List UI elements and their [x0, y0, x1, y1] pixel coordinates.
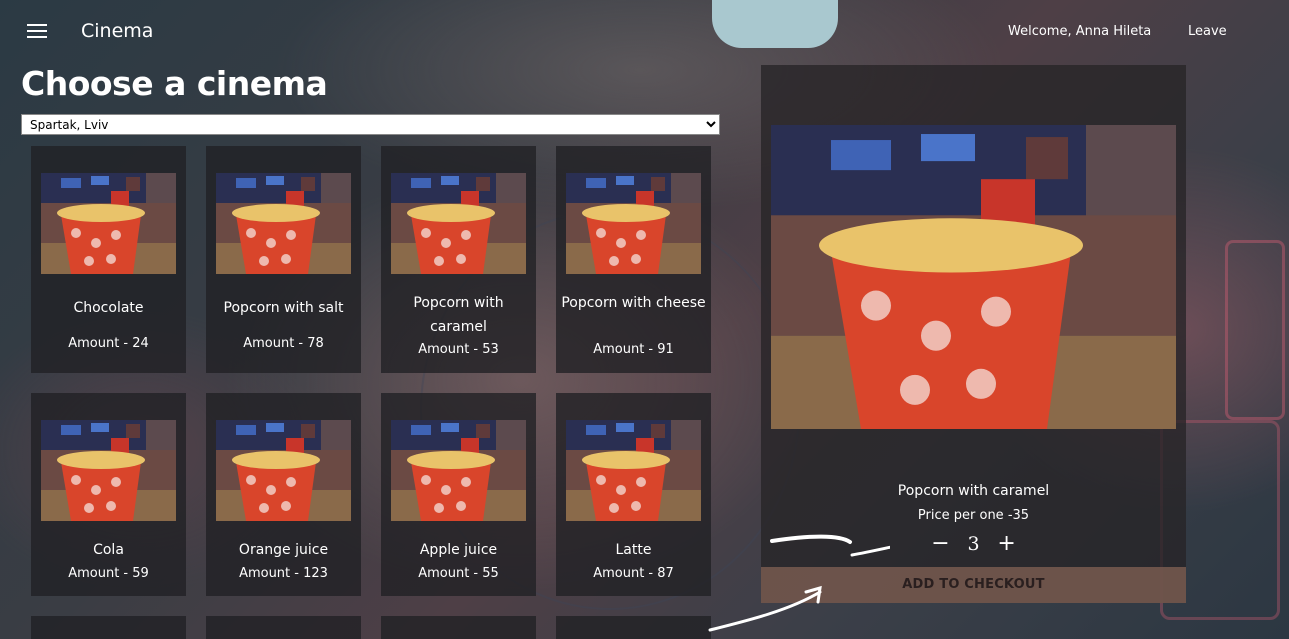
- product-name: Popcorn with caramel: [413, 295, 504, 335]
- page-title: Choose a cinema: [21, 64, 328, 103]
- product-amount: Amount - 55: [418, 566, 499, 581]
- product-card[interactable]: Latte Amount - 87: [556, 393, 711, 596]
- popcorn-image: [566, 420, 701, 521]
- decrement-button[interactable]: −: [928, 531, 952, 556]
- app-title: Cinema: [81, 20, 154, 42]
- popcorn-image: [41, 173, 176, 274]
- product-card[interactable]: Apple juice Amount - 55: [381, 393, 536, 596]
- product-name: Cola: [93, 542, 124, 558]
- popcorn-image: [216, 173, 351, 274]
- product-card[interactable]: Chocolate Amount - 24: [31, 146, 186, 373]
- popcorn-image-large: [771, 125, 1176, 429]
- product-amount: Amount - 78: [243, 336, 324, 351]
- product-card[interactable]: Popcorn with salt Amount - 78: [206, 146, 361, 373]
- popcorn-image: [41, 420, 176, 521]
- popcorn-image: [566, 173, 701, 274]
- product-card[interactable]: Cola Amount - 59: [31, 393, 186, 596]
- popcorn-image: [391, 420, 526, 521]
- popcorn-image: [391, 173, 526, 274]
- popcorn-image: [391, 420, 526, 521]
- product-name: Apple juice: [419, 542, 498, 558]
- quantity-value: 3: [967, 533, 980, 555]
- product-amount: Amount - 59: [68, 566, 149, 581]
- popcorn-image: [41, 420, 176, 521]
- product-card[interactable]: Orange juice Amount - 123: [206, 393, 361, 596]
- product-card[interactable]: [556, 616, 711, 639]
- welcome-text: Welcome, Anna Hileta: [1008, 24, 1152, 39]
- detail-price: Price per one -35: [917, 508, 1030, 523]
- popcorn-image: [566, 420, 701, 521]
- popcorn-image-large: [771, 125, 1176, 429]
- detail-product-name: Popcorn with caramel: [897, 483, 1050, 499]
- product-card[interactable]: [31, 616, 186, 639]
- product-name: Popcorn with salt: [223, 300, 344, 316]
- product-name: Latte: [615, 542, 652, 558]
- product-detail-panel: Popcorn with caramel Price per one -35 −…: [761, 65, 1186, 603]
- product-name: Orange juice: [238, 542, 329, 558]
- product-amount: Amount - 24: [68, 336, 149, 351]
- leave-link[interactable]: Leave: [1188, 24, 1227, 39]
- increment-button[interactable]: +: [995, 531, 1019, 556]
- product-name: Popcorn with cheese: [561, 295, 706, 311]
- add-to-checkout-button[interactable]: ADD TO CHECKOUT: [761, 567, 1186, 603]
- product-card[interactable]: [381, 616, 536, 639]
- popcorn-image: [216, 420, 351, 521]
- product-card[interactable]: Popcorn with caramel Amount - 53: [381, 146, 536, 373]
- product-name: Chocolate: [73, 300, 144, 316]
- product-amount: Amount - 123: [239, 566, 328, 581]
- cinema-select[interactable]: Spartak, Lviv: [21, 114, 720, 135]
- app-header: Cinema Welcome, Anna Hileta Leave: [0, 0, 1289, 64]
- product-amount: Amount - 53: [418, 342, 499, 357]
- background-decoration: [1225, 240, 1285, 420]
- popcorn-image: [216, 420, 351, 521]
- product-amount: Amount - 91: [593, 342, 674, 357]
- hamburger-menu-icon[interactable]: [27, 24, 47, 40]
- product-amount: Amount - 87: [593, 566, 674, 581]
- quantity-stepper: − 3 +: [761, 531, 1186, 556]
- product-card[interactable]: [206, 616, 361, 639]
- popcorn-image: [41, 173, 176, 274]
- popcorn-image: [391, 173, 526, 274]
- popcorn-image: [566, 173, 701, 274]
- product-card[interactable]: Popcorn with cheese Amount - 91: [556, 146, 711, 373]
- popcorn-image: [216, 173, 351, 274]
